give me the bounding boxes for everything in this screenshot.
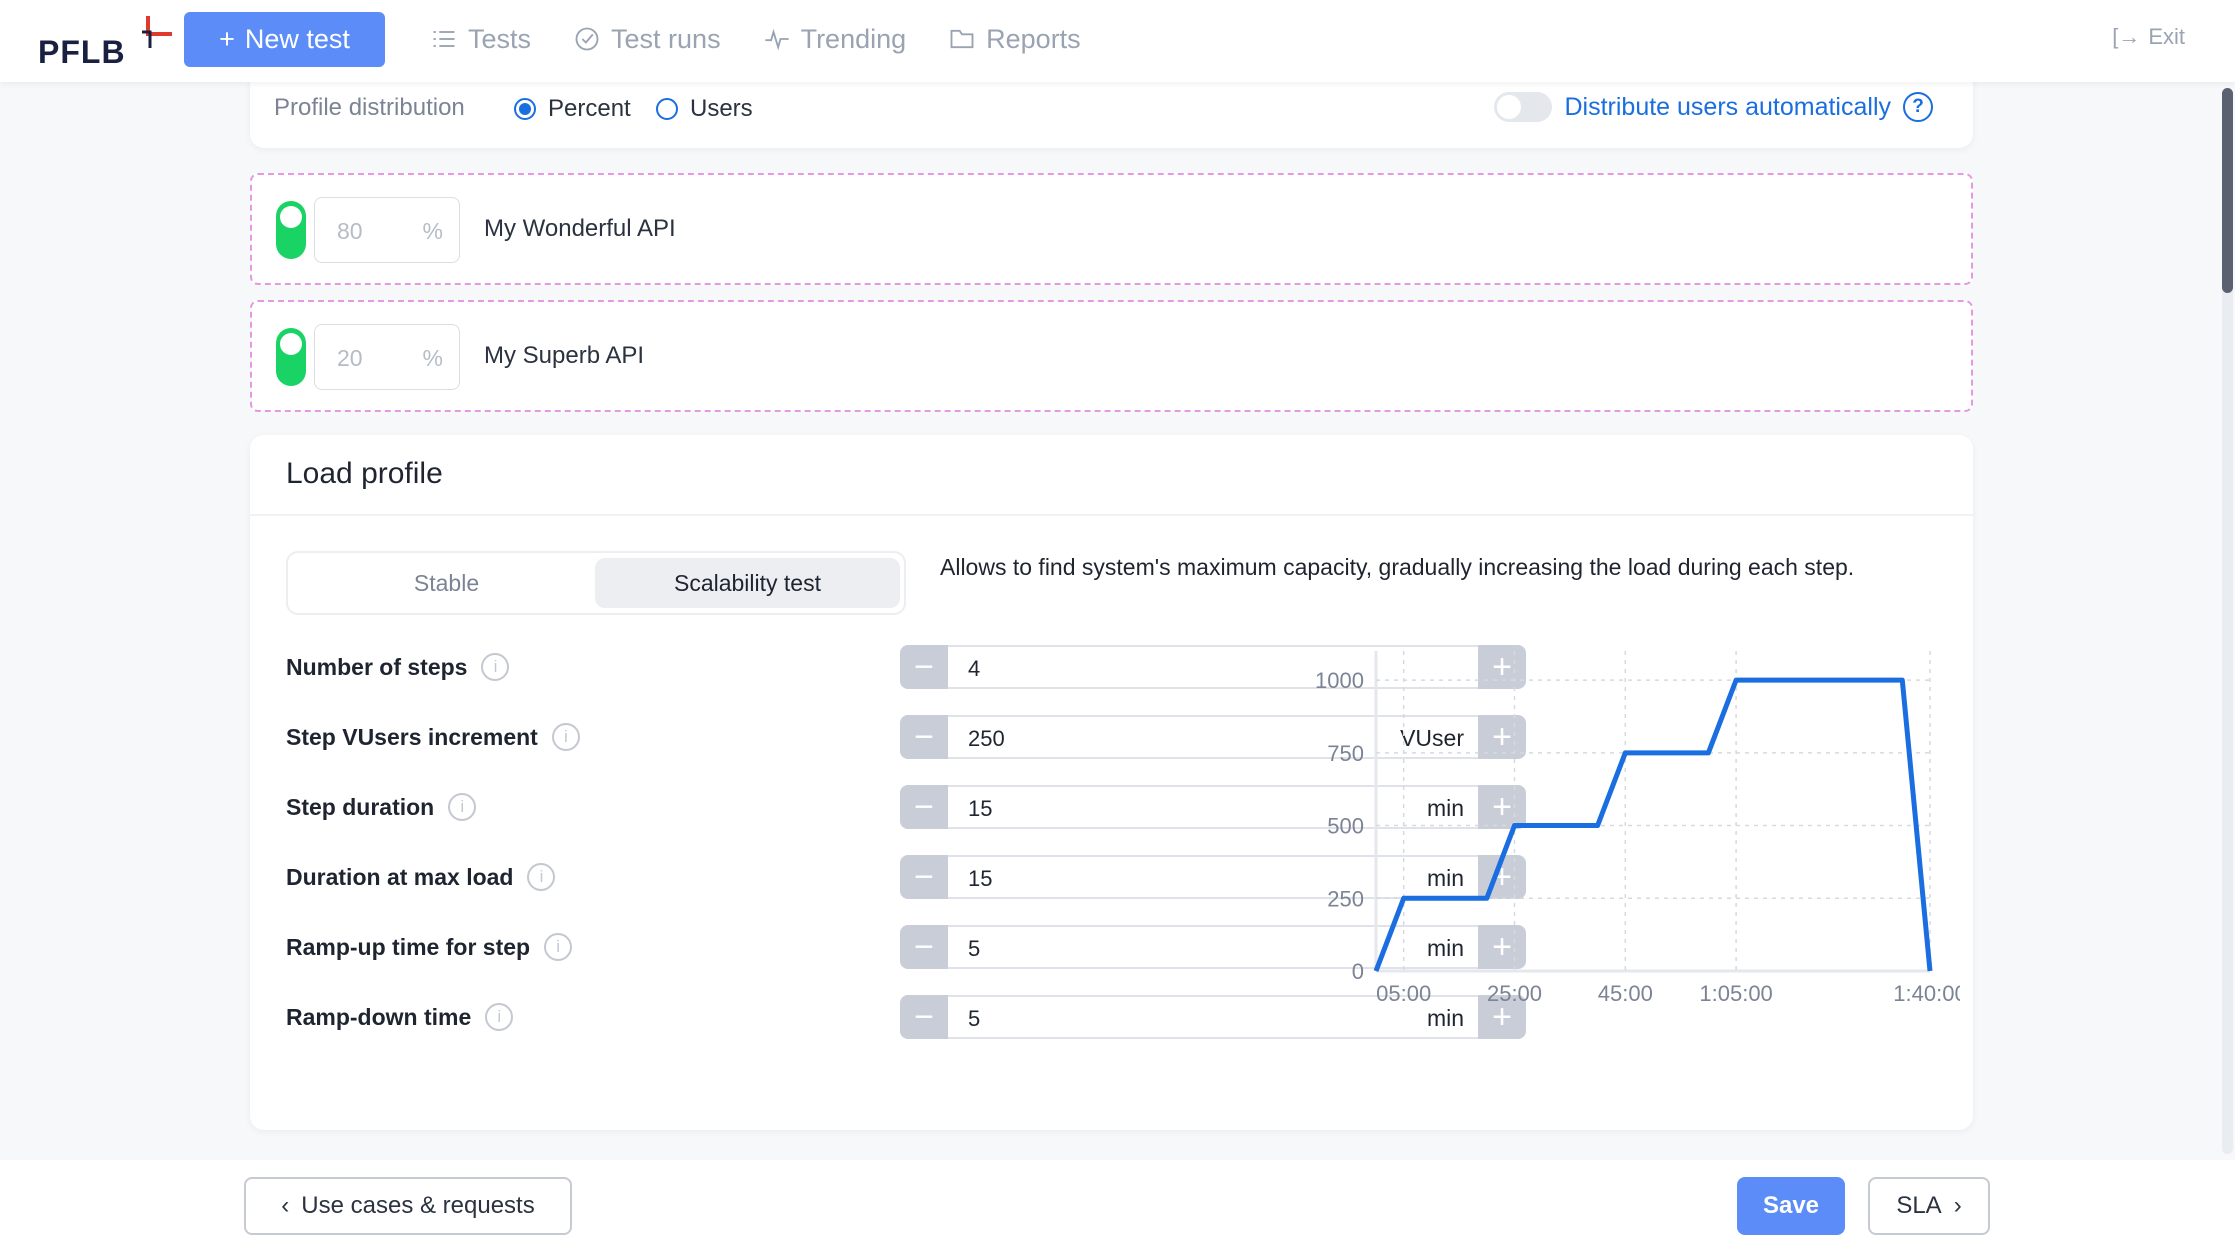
nav-tests[interactable]: Tests: [430, 18, 531, 60]
main-nav: Tests Test runs Trending Reports: [430, 18, 1081, 60]
profile-distribution-label: Profile distribution: [274, 94, 465, 121]
chevron-right-icon: ›: [1953, 1192, 1962, 1219]
radio-unselected-icon: [656, 98, 678, 120]
param-label: Step VUsers increment i: [286, 723, 580, 751]
param-label: Step duration i: [286, 793, 477, 821]
param-row: Step VUsers increment i −250 VUser +: [286, 715, 1526, 759]
distribute-auto-label[interactable]: Distribute users automatically: [1564, 93, 1891, 122]
radio-users[interactable]: Users: [656, 95, 753, 123]
radio-percent[interactable]: Percent: [514, 95, 631, 123]
param-label: Duration at max load i: [286, 863, 556, 891]
exit-button[interactable]: [→ Exit: [2112, 24, 2185, 50]
exit-icon: [→: [2112, 24, 2141, 49]
api-name: My Superb API: [484, 342, 645, 369]
scrollbar-thumb[interactable]: [2222, 88, 2233, 293]
api-card: 20 % My Superb API: [250, 300, 1973, 412]
help-icon[interactable]: ?: [1903, 92, 1933, 122]
load-mode-switch: Stable Scalability test: [286, 551, 906, 615]
info-icon[interactable]: i: [485, 1003, 514, 1031]
api-name: My Wonderful API: [484, 215, 676, 242]
y-tick-label: 750: [1327, 741, 1364, 766]
check-circle-icon: [575, 27, 599, 51]
api-percent-input[interactable]: 20 %: [314, 324, 460, 390]
api-enable-toggle[interactable]: [276, 201, 306, 259]
nav-test-runs[interactable]: Test runs: [573, 18, 721, 60]
load-profile-card: Load profile Stable Scalability test All…: [250, 435, 1973, 1130]
decrement-button[interactable]: −: [900, 645, 948, 689]
pulse-icon: [764, 28, 789, 51]
radio-selected-icon: [514, 98, 536, 120]
info-icon[interactable]: i: [481, 653, 510, 681]
info-icon[interactable]: i: [527, 863, 556, 891]
nav-reports[interactable]: Reports: [948, 18, 1081, 60]
load-profile-chart: 0 250 500 750 1000 05:00 25:00 45:00 1:05:00 1:40…: [1315, 651, 1960, 1006]
new-test-button[interactable]: + New test: [184, 12, 385, 67]
y-tick-label: 500: [1327, 814, 1364, 839]
back-use-cases-button[interactable]: ‹ Use cases & requests: [244, 1177, 572, 1235]
plus-icon: +: [219, 24, 235, 54]
next-sla-button[interactable]: SLA ›: [1868, 1177, 1990, 1235]
param-label: Number of steps i: [286, 653, 510, 681]
param-row: Number of steps i −4 +: [286, 645, 1526, 689]
info-icon[interactable]: i: [551, 723, 580, 751]
param-label: Ramp-up time for step i: [286, 933, 573, 961]
scrollbar[interactable]: [2222, 88, 2233, 1154]
param-row: Step duration i −15 min +: [286, 785, 1526, 829]
save-button[interactable]: Save: [1737, 1177, 1845, 1235]
api-enable-toggle[interactable]: [276, 328, 306, 386]
x-tick-label: 1:40:00: [1893, 981, 1960, 1006]
list-icon: [433, 31, 455, 47]
api-percent-input[interactable]: 80 %: [314, 197, 460, 263]
x-tick-label: 45:00: [1598, 981, 1653, 1006]
y-tick-label: 250: [1327, 886, 1364, 911]
x-tick-label: 05:00: [1376, 981, 1431, 1006]
footer-bar: ‹ Use cases & requests Save SLA ›: [0, 1160, 2235, 1248]
logo-mark-icon: [142, 16, 172, 48]
decrement-button[interactable]: −: [900, 715, 948, 759]
mode-description: Allows to find system's maximum capacity…: [940, 554, 1855, 580]
top-nav-bar: PFLB + New test Tests Test runs Trending…: [0, 0, 2235, 82]
load-profile-title: Load profile: [286, 457, 443, 490]
chevron-left-icon: ‹: [281, 1192, 290, 1219]
info-icon[interactable]: i: [544, 933, 573, 961]
folder-icon: [950, 29, 974, 49]
y-tick-label: 0: [1352, 959, 1364, 984]
info-icon[interactable]: i: [448, 793, 477, 821]
decrement-button[interactable]: −: [900, 925, 948, 969]
distribute-users-automatically: Distribute users automatically ?: [1494, 92, 1933, 122]
x-tick-label: 25:00: [1487, 981, 1542, 1006]
divider: [250, 514, 1973, 516]
decrement-button[interactable]: −: [900, 855, 948, 899]
param-row: Ramp-up time for step i −5 min +: [286, 925, 1526, 969]
param-label: Ramp-down time i: [286, 1003, 514, 1031]
decrement-button[interactable]: −: [900, 995, 948, 1039]
param-row: Ramp-down time i −5 min +: [286, 995, 1526, 1039]
nav-trending[interactable]: Trending: [763, 18, 906, 60]
y-tick-label: 1000: [1315, 668, 1364, 693]
distribute-auto-toggle[interactable]: [1494, 92, 1553, 122]
decrement-button[interactable]: −: [900, 785, 948, 829]
pflb-logo[interactable]: PFLB: [38, 12, 172, 72]
x-tick-label: 1:05:00: [1699, 981, 1772, 1006]
mode-scalability-test[interactable]: Scalability test: [595, 558, 900, 608]
mode-stable[interactable]: Stable: [294, 558, 599, 608]
param-row: Duration at max load i −15 min +: [286, 855, 1526, 899]
api-card: 80 % My Wonderful API: [250, 173, 1973, 285]
